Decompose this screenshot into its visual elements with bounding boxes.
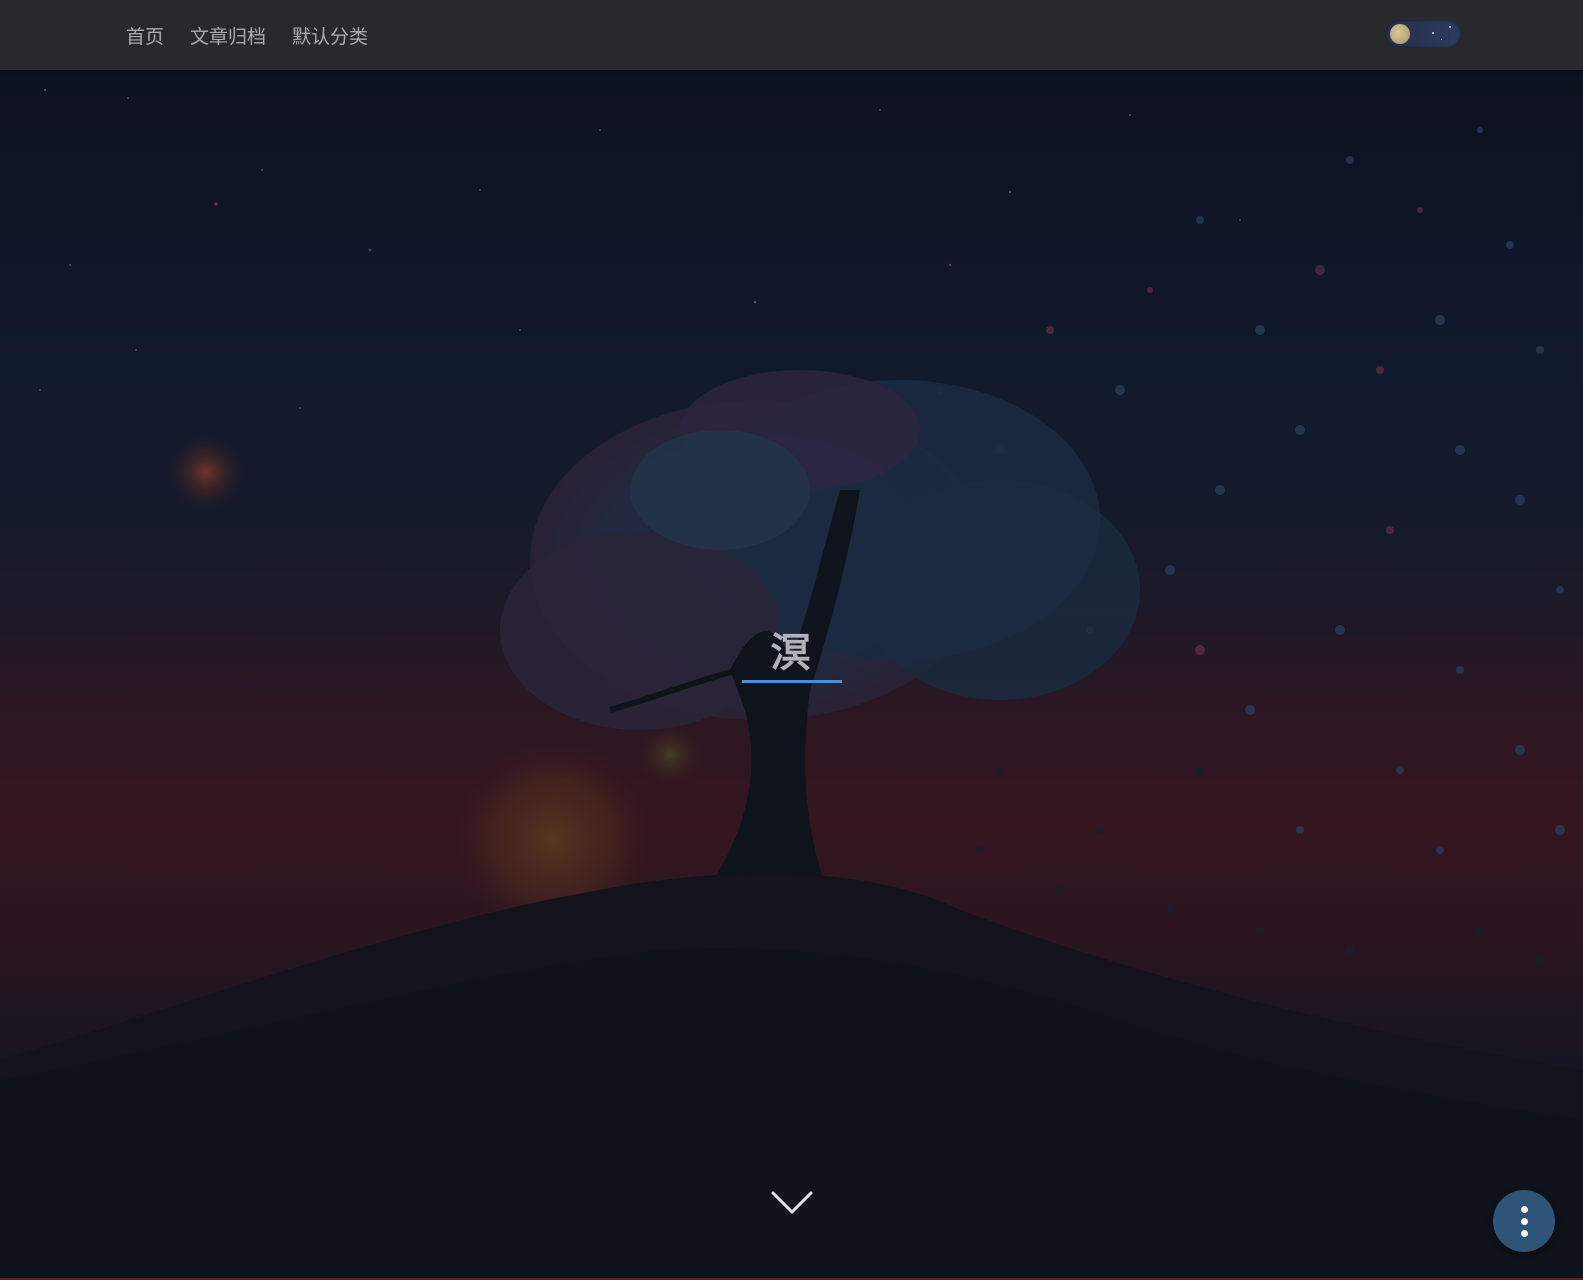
site-title: 溟 — [770, 630, 813, 676]
hero-banner: 溟 — [0, 70, 1583, 1280]
nav-item-archive[interactable]: 文章归档 — [190, 22, 266, 49]
more-vertical-icon-dot — [1520, 1229, 1528, 1237]
nav-item-home[interactable]: 首页 — [126, 22, 164, 49]
nav-menu: 首页 文章归档 默认分类 — [126, 0, 368, 70]
top-navbar: 首页 文章归档 默认分类 — [0, 0, 1583, 70]
more-vertical-icon — [1520, 1205, 1528, 1213]
star-decoration — [1441, 39, 1442, 40]
moon-icon — [1390, 24, 1410, 44]
theme-toggle-switch[interactable] — [1385, 20, 1461, 48]
star-decoration — [1432, 32, 1434, 34]
star-decoration — [1449, 26, 1451, 28]
more-menu-button[interactable] — [1493, 1190, 1555, 1252]
title-underline — [742, 680, 842, 683]
chevron-down-icon[interactable] — [770, 1188, 814, 1218]
stars — [39, 88, 1241, 409]
hero-title-wrap: 溟 — [0, 620, 1583, 678]
nav-item-default-category[interactable]: 默认分类 — [292, 22, 368, 49]
more-vertical-icon-dot — [1520, 1217, 1528, 1225]
